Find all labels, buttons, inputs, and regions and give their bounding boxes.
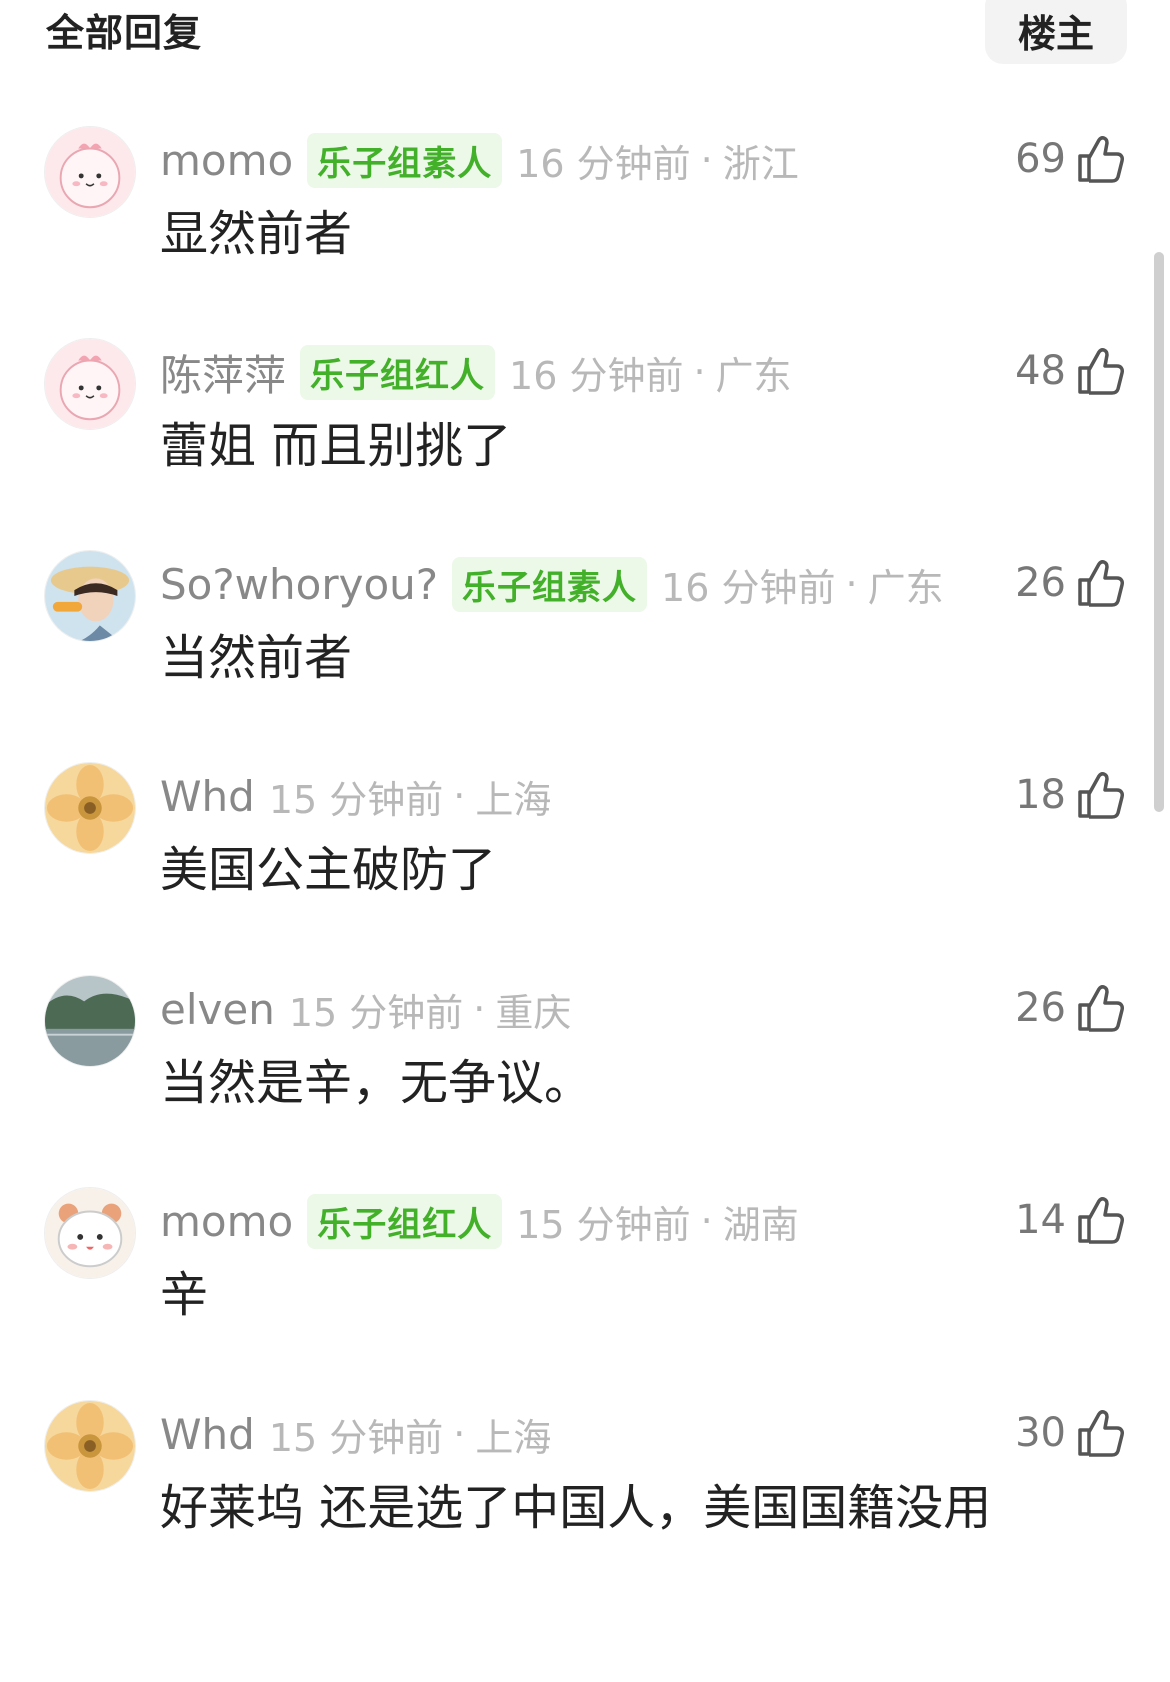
user-badge: 乐子组红人 xyxy=(300,344,496,400)
username[interactable]: momo xyxy=(160,1197,293,1246)
like-button[interactable]: 14 xyxy=(1015,1195,1126,1245)
comment-time: 15 分钟前 xyxy=(516,1202,691,1247)
comment-location: 广东 xyxy=(867,565,944,610)
comment-meta: Whd 15 分钟前 · 上海 xyxy=(160,768,551,824)
like-count: 26 xyxy=(1015,985,1066,1031)
like-button[interactable]: 30 xyxy=(1015,1408,1126,1458)
username[interactable]: momo xyxy=(160,136,293,185)
owner-filter-button[interactable]: 楼主 xyxy=(985,0,1127,64)
comment-meta: elven 15 分钟前 · 重庆 xyxy=(160,981,571,1037)
like-count: 18 xyxy=(1015,772,1066,818)
avatar[interactable] xyxy=(44,550,136,642)
comment-time: 16 分钟前 xyxy=(661,565,836,610)
like-button[interactable]: 26 xyxy=(1015,983,1126,1033)
avatar[interactable] xyxy=(44,1400,136,1492)
comment-item: 陈萍萍 乐子组红人 16 分钟前 · 广东 48 蕾姐 而且别挑了 xyxy=(0,338,1170,498)
flower-avatar-icon xyxy=(45,763,135,853)
comment-location: 重庆 xyxy=(495,990,572,1035)
comment-text: 好莱坞 还是选了中国人，美国国籍没用 xyxy=(160,1480,992,1536)
comment-item: elven 15 分钟前 · 重庆 26 当然是辛，无争议。 xyxy=(0,975,1170,1135)
comment-item: momo 乐子组红人 15 分钟前 · 湖南 14 辛 xyxy=(0,1187,1170,1347)
scrollbar[interactable] xyxy=(1154,252,1164,812)
flower-avatar-icon xyxy=(45,1401,135,1491)
username[interactable]: elven xyxy=(160,985,275,1034)
comment-text: 显然前者 xyxy=(160,206,353,262)
separator-dot: · xyxy=(700,1199,713,1243)
pink-cartoon-avatar-icon xyxy=(45,339,135,429)
avatar[interactable] xyxy=(44,762,136,854)
comment-item: Whd 15 分钟前 · 上海 18 美国公主破防了 xyxy=(0,762,1170,922)
river-landscape-avatar-icon xyxy=(45,976,135,1066)
comment-location: 浙江 xyxy=(722,141,799,186)
comment-text: 蕾姐 而且别挑了 xyxy=(160,418,512,474)
avatar[interactable] xyxy=(44,975,136,1067)
comment-time: 15 分钟前 xyxy=(268,777,444,822)
username[interactable]: Whd xyxy=(160,1410,255,1459)
comment-item: So?whoryou? 乐子组素人 16 分钟前 · 广东 26 当然前者 xyxy=(0,550,1170,710)
user-badge: 乐子组红人 xyxy=(307,1193,503,1249)
separator-dot: · xyxy=(453,1412,466,1456)
username[interactable]: So?whoryou? xyxy=(160,560,438,609)
comment-text: 美国公主破防了 xyxy=(160,842,497,898)
comment-item: momo 乐子组素人 16 分钟前 · 浙江 69 显然前者 xyxy=(0,126,1170,286)
like-count: 26 xyxy=(1015,560,1066,606)
comment-meta: Whd 15 分钟前 · 上海 xyxy=(160,1406,551,1462)
comment-meta: 陈萍萍 乐子组红人 16 分钟前 · 广东 xyxy=(160,344,792,400)
page-title: 全部回复 xyxy=(46,11,203,55)
comment-meta: So?whoryou? 乐子组素人 16 分钟前 · 广东 xyxy=(160,556,944,612)
thumbs-up-icon xyxy=(1078,1197,1124,1244)
comment-time: 15 分钟前 xyxy=(268,1415,444,1460)
like-count: 30 xyxy=(1015,1410,1066,1456)
username[interactable]: 陈萍萍 xyxy=(160,342,286,403)
comment-time: 15 分钟前 xyxy=(288,990,464,1035)
thumbs-up-icon xyxy=(1078,772,1124,819)
comment-time: 16 分钟前 xyxy=(509,353,684,398)
comment-text: 当然前者 xyxy=(160,630,353,686)
like-count: 48 xyxy=(1015,348,1066,394)
avatar[interactable] xyxy=(44,338,136,430)
sunhat-person-avatar-icon xyxy=(45,551,135,641)
like-button[interactable]: 18 xyxy=(1015,770,1126,820)
comment-meta: momo 乐子组素人 16 分钟前 · 浙江 xyxy=(160,132,799,188)
comment-location: 广东 xyxy=(715,353,792,398)
like-count: 14 xyxy=(1015,1197,1066,1243)
thumbs-up-icon xyxy=(1078,136,1124,183)
separator-dot: · xyxy=(700,138,713,182)
hamster-cartoon-avatar-icon xyxy=(45,1188,135,1278)
like-button[interactable]: 69 xyxy=(1015,134,1126,184)
comment-text: 当然是辛，无争议。 xyxy=(160,1055,593,1111)
comment-meta: momo 乐子组红人 15 分钟前 · 湖南 xyxy=(160,1193,799,1249)
user-badge: 乐子组素人 xyxy=(307,132,503,188)
like-button[interactable]: 26 xyxy=(1015,558,1126,608)
comment-location: 湖南 xyxy=(722,1202,799,1247)
comment-location: 上海 xyxy=(475,777,552,822)
thumbs-up-icon xyxy=(1078,985,1124,1032)
separator-dot: · xyxy=(473,987,486,1031)
header-bar: 全部回复 楼主 xyxy=(0,0,1170,70)
thumbs-up-icon xyxy=(1078,560,1124,607)
comment-text: 辛 xyxy=(160,1267,209,1323)
avatar[interactable] xyxy=(44,1187,136,1279)
avatar[interactable] xyxy=(44,126,136,218)
comment-time: 16 分钟前 xyxy=(516,141,691,186)
username[interactable]: Whd xyxy=(160,772,255,821)
thumbs-up-icon xyxy=(1078,348,1124,395)
separator-dot: · xyxy=(845,562,858,606)
separator-dot: · xyxy=(453,774,466,818)
like-count: 69 xyxy=(1015,136,1066,182)
pink-cartoon-avatar-icon xyxy=(45,127,135,217)
thumbs-up-icon xyxy=(1078,1410,1124,1457)
user-badge: 乐子组素人 xyxy=(452,556,648,612)
comment-item: Whd 15 分钟前 · 上海 30 好莱坞 还是选了中国人，美国国籍没用 xyxy=(0,1400,1170,1560)
separator-dot: · xyxy=(693,350,706,394)
like-button[interactable]: 48 xyxy=(1015,346,1126,396)
comment-location: 上海 xyxy=(475,1415,552,1460)
